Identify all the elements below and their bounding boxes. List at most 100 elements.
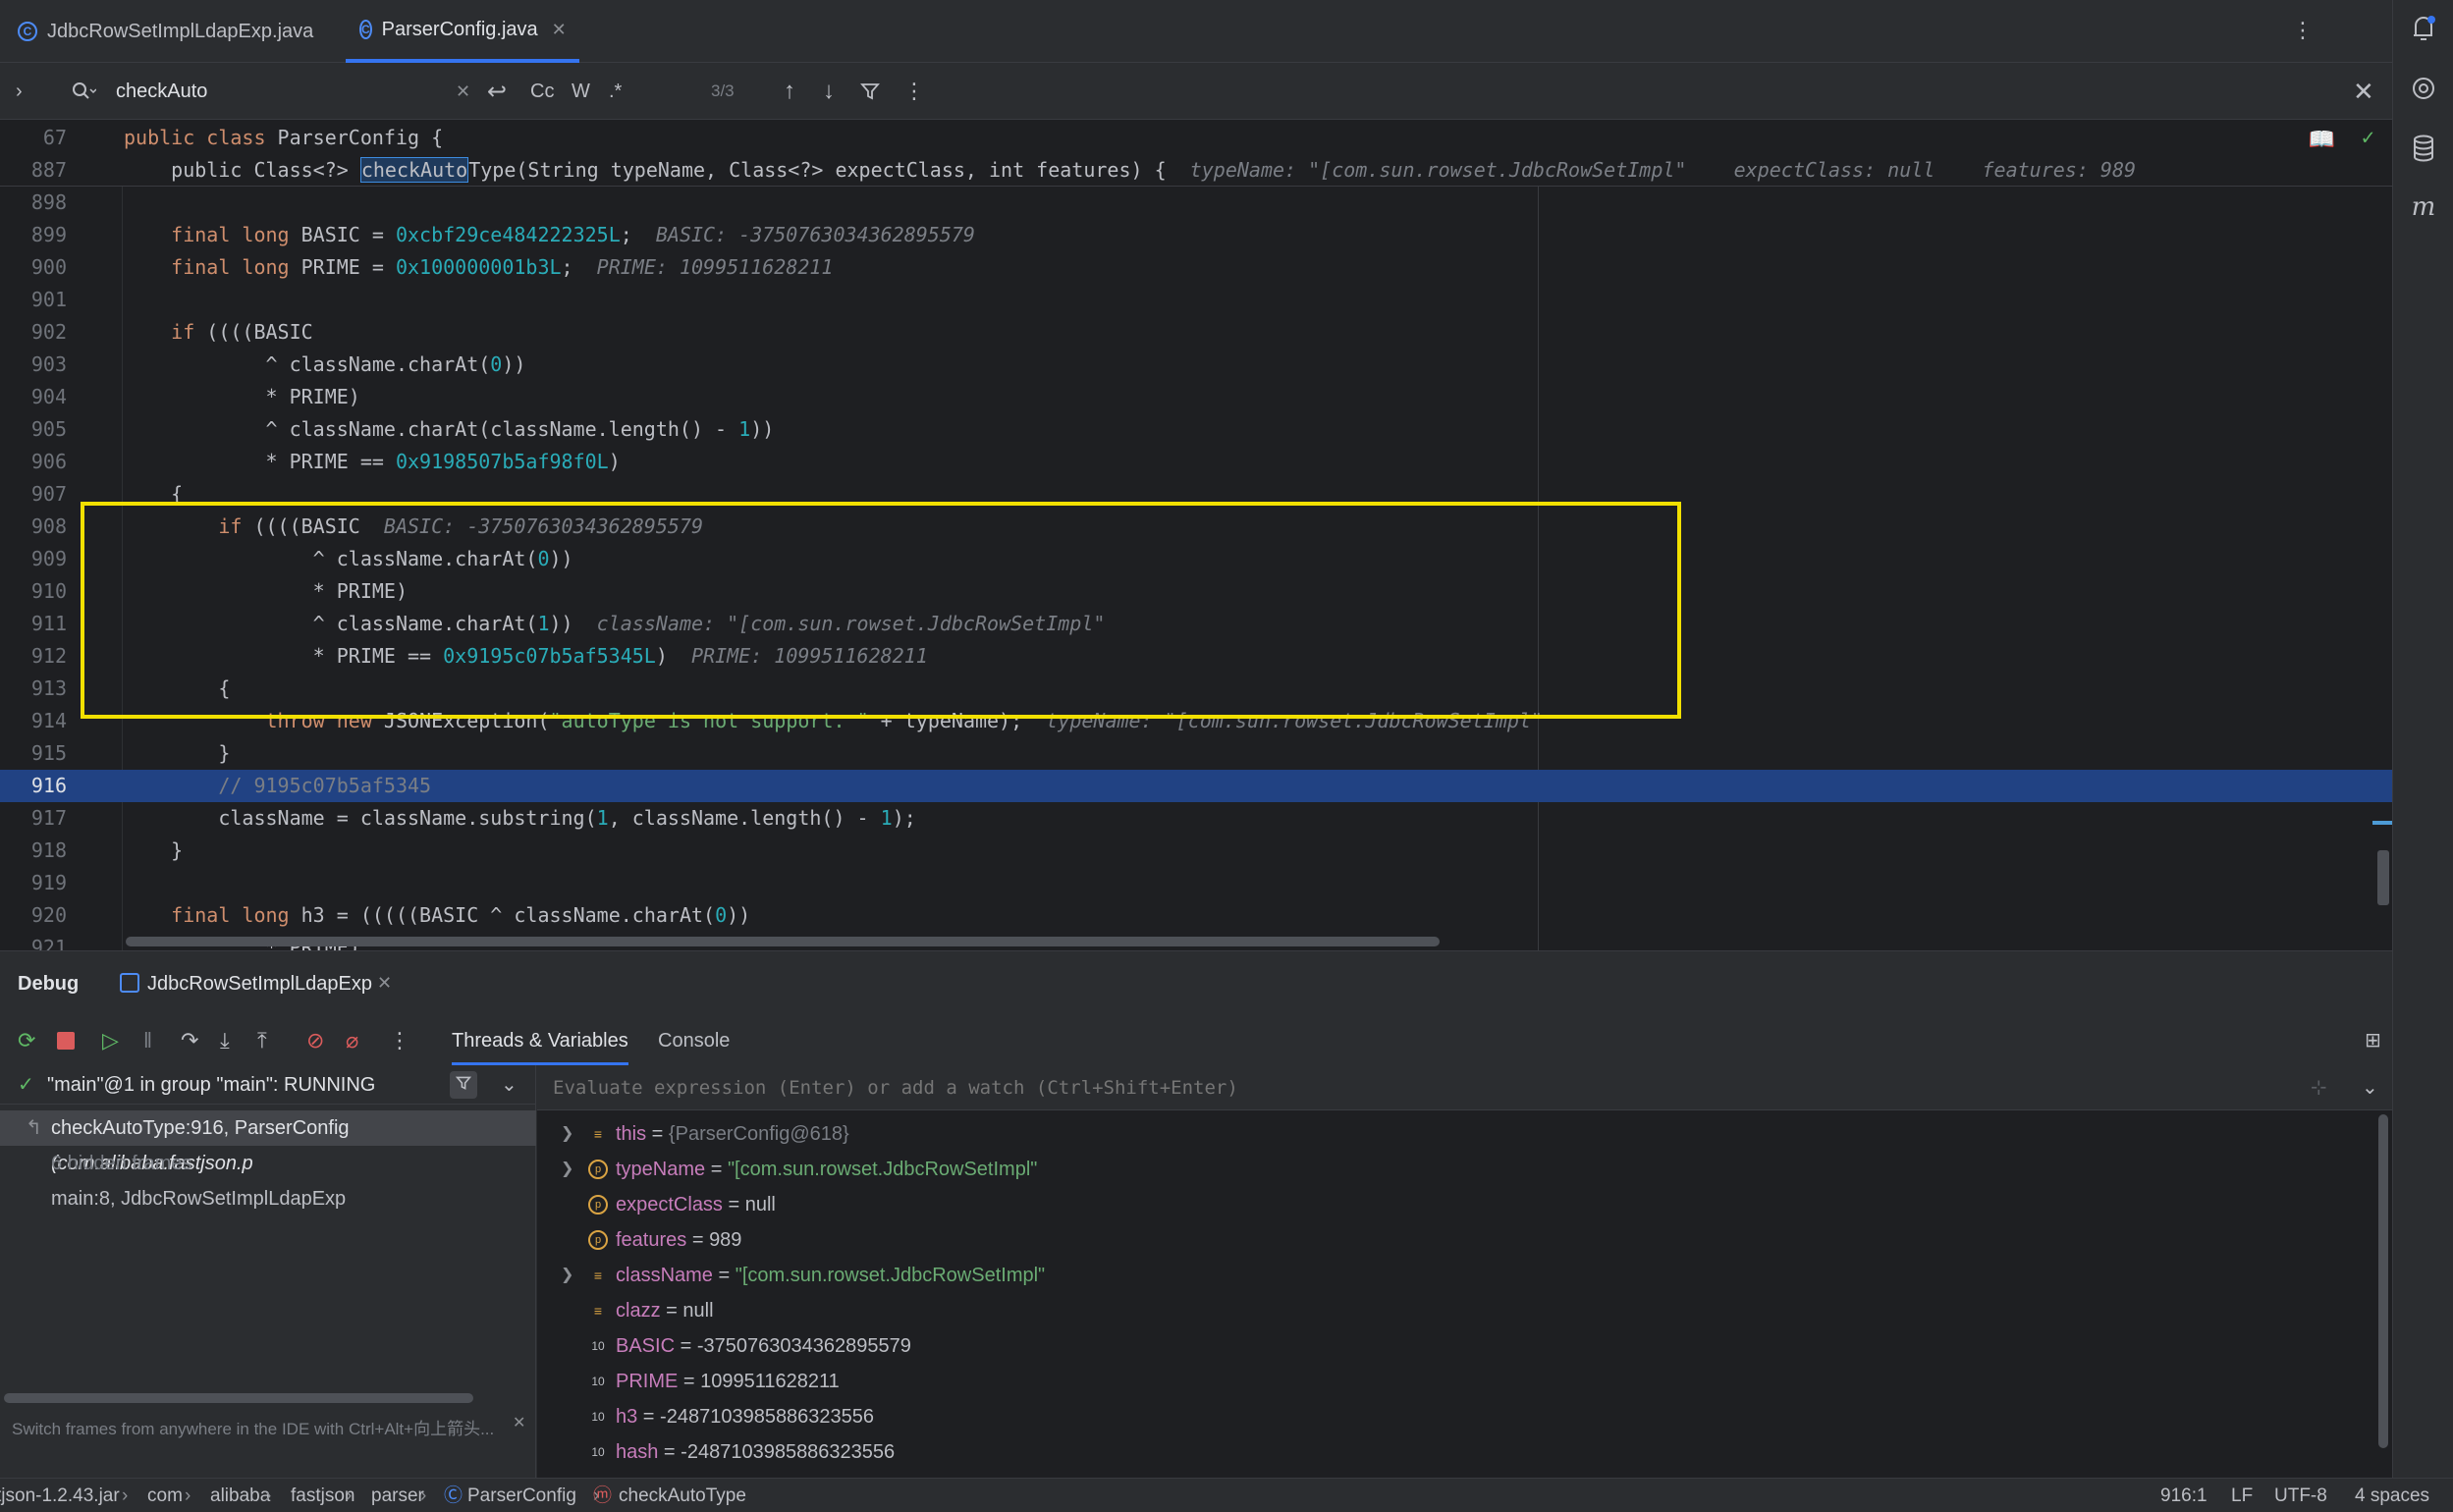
close-session-icon[interactable]: ✕	[377, 973, 392, 994]
step-into-icon[interactable]: ⤓	[220, 1028, 230, 1053]
class-icon: C	[18, 22, 37, 41]
debug-tool-window: Debug JdbcRowSetImplLdapExp ✕ ⟳ ▷ ‖ ↷ ⤓ …	[0, 950, 2392, 1479]
code-line[interactable]: 903 ^ className.charAt(0))	[0, 349, 2392, 381]
rerun-icon[interactable]: ⟳	[18, 1028, 35, 1053]
more-options-icon[interactable]: ⋮	[903, 63, 925, 120]
filter-icon[interactable]	[450, 1071, 477, 1099]
filter-icon[interactable]	[860, 63, 880, 120]
code-line[interactable]: 898	[0, 187, 2392, 219]
line-number: 910	[30, 579, 67, 603]
reader-mode-icon[interactable]: 📖	[2309, 128, 2335, 152]
variable-row[interactable]: 10 hash = -2487103985886323556	[537, 1434, 2392, 1470]
code-line[interactable]: 920 final long h3 = (((((BASIC ^ classNa…	[0, 899, 2392, 932]
no-problems-check-icon[interactable]: ✓	[2362, 126, 2374, 150]
code-line[interactable]: 917 className = className.substring(1, c…	[0, 802, 2392, 835]
close-find-icon[interactable]: ✕	[2353, 63, 2374, 120]
step-out-icon[interactable]: ⤒	[257, 1028, 267, 1053]
thread-selector[interactable]: ✓ "main"@1 in group "main": RUNNING ⌄	[0, 1065, 536, 1105]
variable-row[interactable]: 10 PRIME = 1099511628211	[537, 1364, 2392, 1399]
previous-match-icon[interactable]: ↑	[784, 63, 795, 120]
variable-row[interactable]: 10 BASIC = -3750763034362895579	[537, 1328, 2392, 1364]
horizontal-scrollbar[interactable]	[4, 1393, 473, 1403]
step-over-icon[interactable]: ↷	[181, 1028, 198, 1053]
code-line[interactable]: 919	[0, 867, 2392, 899]
variable-row[interactable]: 10 h3 = -2487103985886323556	[537, 1399, 2392, 1434]
frame-label: 6 hidden frames	[51, 1153, 192, 1174]
clear-search-icon[interactable]: ✕	[456, 63, 470, 120]
mute-breakpoints-icon[interactable]: ⌀	[346, 1028, 358, 1053]
code-editor[interactable]: 898 899 final long BASIC = 0xcbf29ce4842…	[0, 187, 2392, 950]
variable-row[interactable]: p expectClass = null	[537, 1187, 2392, 1222]
match-case-toggle[interactable]: Cc	[530, 63, 554, 120]
tab-jdbcrowsetimplldapexp[interactable]: C JdbcRowSetImplLdapExp.java	[18, 0, 342, 63]
close-tab-icon[interactable]: ✕	[552, 20, 567, 40]
hidden-frames[interactable]: 6 hidden frames	[0, 1146, 536, 1181]
code-line[interactable]: 905 ^ className.charAt(className.length(…	[0, 413, 2392, 446]
code-line[interactable]: 915 }	[0, 737, 2392, 770]
tab-threads-variables[interactable]: Threads & Variables	[452, 1030, 628, 1065]
breadcrumb-item[interactable]: tjson-1.2.43.jar	[0, 1479, 120, 1512]
search-icon[interactable]	[71, 63, 96, 120]
chevron-down-icon[interactable]: ⌄	[2362, 1065, 2378, 1110]
session-tab[interactable]: JdbcRowSetImplLdapExp	[147, 973, 372, 996]
line-number: 920	[30, 903, 67, 927]
breadcrumb-item[interactable]: com	[147, 1479, 183, 1512]
code-line[interactable]: 900 final long PRIME = 0x100000001b3L; P…	[0, 251, 2392, 284]
breadcrumb-item[interactable]: parser	[371, 1479, 424, 1512]
evaluate-expression-input[interactable]	[553, 1073, 2203, 1103]
database-icon[interactable]	[2393, 134, 2453, 170]
file-encoding[interactable]: UTF-8	[2274, 1479, 2327, 1512]
variable-row[interactable]: ❯ ≡ this = {ParserConfig@618}	[537, 1116, 2392, 1152]
variable-row[interactable]: ❯ ≡ className = "[com.sun.rowset.JdbcRowSe…	[537, 1258, 2392, 1293]
line-separator[interactable]: LF	[2231, 1479, 2253, 1512]
notifications-icon[interactable]	[2393, 14, 2453, 50]
maven-icon[interactable]: m	[2393, 192, 2453, 222]
resume-icon[interactable]: ▷	[102, 1028, 119, 1053]
chevron-down-icon[interactable]: ⌄	[501, 1065, 518, 1105]
search-input[interactable]: checkAuto	[116, 63, 207, 120]
stack-frame[interactable]: main:8, JdbcRowSetImplLdapExp	[0, 1181, 536, 1216]
horizontal-scrollbar[interactable]	[126, 937, 1440, 946]
add-watch-icon[interactable]: ⊹	[2311, 1065, 2327, 1110]
expand-arrow-icon[interactable]: ❯	[561, 1258, 573, 1293]
close-tip-icon[interactable]: ✕	[513, 1413, 525, 1432]
variable-row[interactable]: p features = 989	[537, 1222, 2392, 1258]
vertical-scrollbar[interactable]	[2377, 850, 2389, 905]
variable-row[interactable]: ≡ clazz = null	[537, 1293, 2392, 1328]
code-line[interactable]: 904 * PRIME)	[0, 381, 2392, 413]
tab-parserconfig[interactable]: C ParserConfig.java ✕	[346, 0, 579, 63]
current-execution-line[interactable]: 916 // 9195c07b5af5345	[0, 770, 2392, 802]
stop-icon[interactable]	[57, 1032, 75, 1050]
vertical-scrollbar[interactable]	[2378, 1114, 2388, 1448]
code-line[interactable]: 899 final long BASIC = 0xcbf29ce48422232…	[0, 219, 2392, 251]
whole-words-toggle[interactable]: W	[572, 63, 590, 120]
variable-row[interactable]: ❯ p typeName = "[com.sun.rowset.JdbcRowSet…	[537, 1152, 2392, 1187]
next-match-icon[interactable]: ↓	[823, 63, 835, 120]
regex-toggle[interactable]: .*	[609, 63, 622, 120]
code-line[interactable]: 906 * PRIME == 0x9198507b5af98f0L)	[0, 446, 2392, 478]
code-line[interactable]: 902 if ((((BASIC	[0, 316, 2392, 349]
sticky-line[interactable]: 887 public Class<?> checkAutoType(String…	[0, 154, 2392, 187]
breadcrumb-item[interactable]: ParserConfig	[467, 1479, 576, 1512]
code-line[interactable]: 901	[0, 284, 2392, 316]
layout-settings-icon[interactable]: ⊞	[2365, 1028, 2381, 1053]
variable-text: clazz = null	[616, 1300, 714, 1322]
breadcrumb-item[interactable]: alibaba	[210, 1479, 270, 1512]
expand-arrow-icon[interactable]: ❯	[561, 1116, 573, 1152]
pause-icon[interactable]: ‖	[143, 1028, 152, 1053]
breadcrumb-item[interactable]: checkAutoType	[619, 1479, 746, 1512]
caret-position[interactable]: 916:1	[2160, 1479, 2208, 1512]
variables-pane: ⊹ ⌄ ❯ ≡ this = {ParserConfig@618} ❯ p typeNam…	[537, 1065, 2392, 1479]
expand-replace-icon[interactable]: ›	[16, 63, 23, 120]
more-actions-icon[interactable]: ⋮	[389, 1028, 410, 1053]
more-vertical-icon[interactable]: ⋮	[2292, 18, 2314, 43]
code-line[interactable]: 918 }	[0, 835, 2392, 867]
ai-assistant-icon[interactable]	[2393, 75, 2453, 109]
expand-arrow-icon[interactable]: ❯	[561, 1152, 573, 1187]
tab-console[interactable]: Console	[658, 1030, 730, 1053]
stack-frame[interactable]: ↰ checkAutoType:916, ParserConfig (com.a…	[0, 1110, 536, 1174]
new-line-icon[interactable]: ↩	[487, 63, 507, 120]
view-breakpoints-icon[interactable]: ⊘	[306, 1028, 324, 1053]
indent-setting[interactable]: 4 spaces	[2355, 1479, 2429, 1512]
sticky-line[interactable]: 67 public class ParserConfig {	[0, 122, 2392, 154]
